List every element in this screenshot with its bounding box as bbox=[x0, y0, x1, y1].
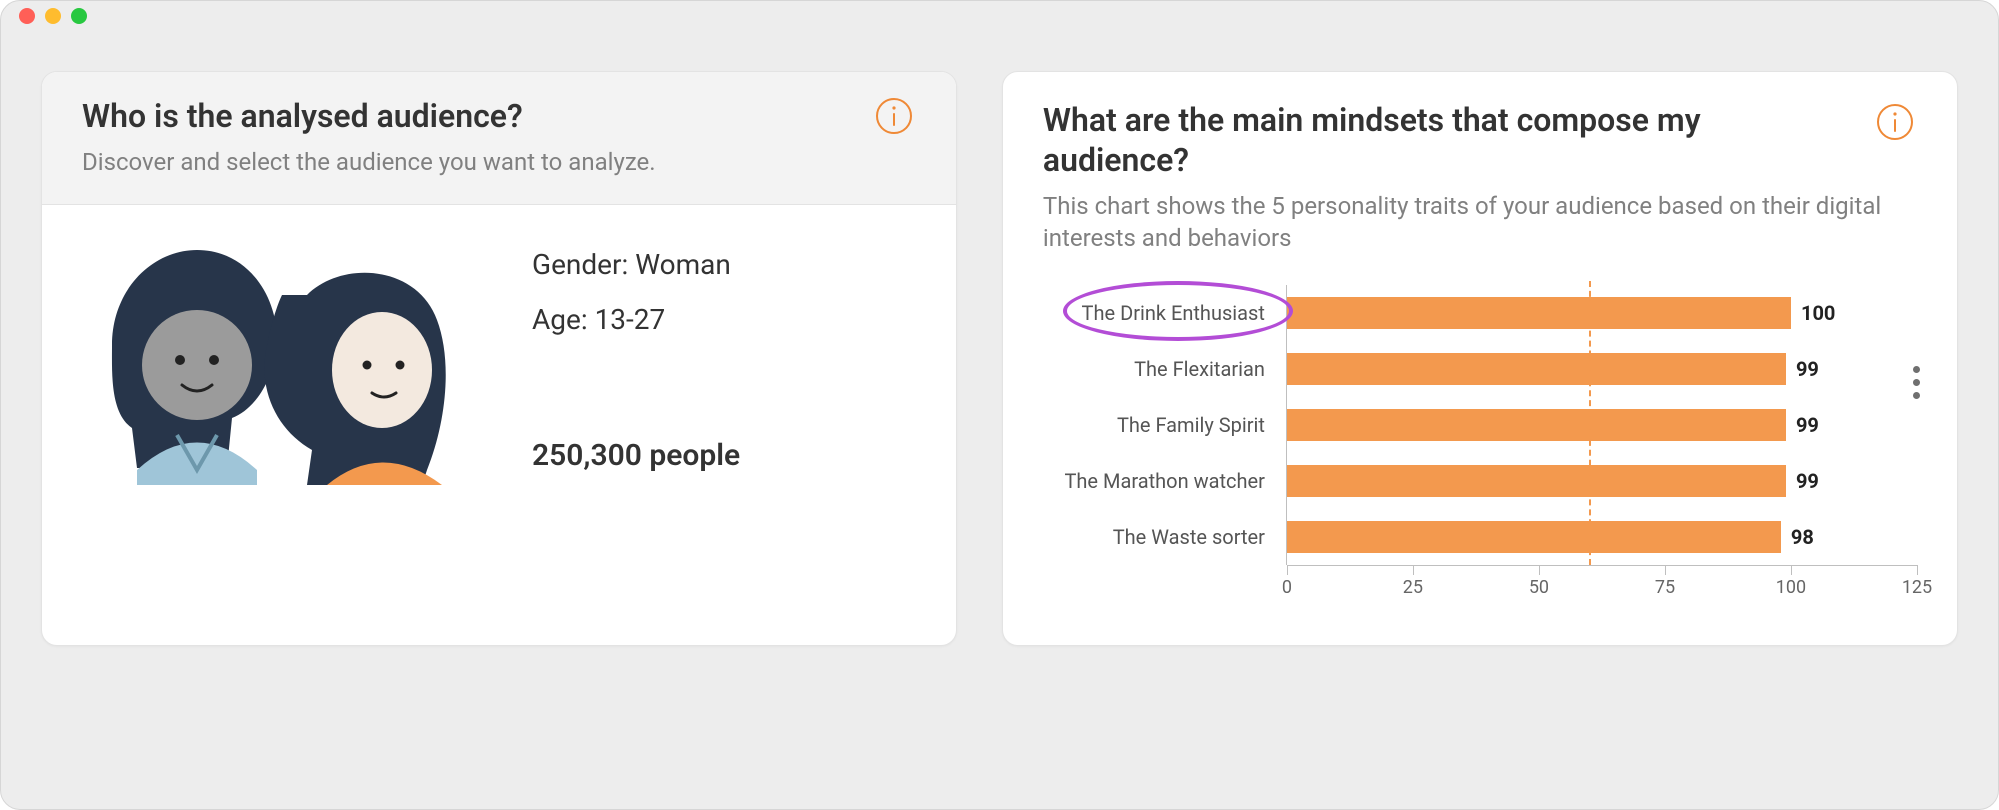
bar bbox=[1287, 297, 1791, 329]
mindsets-bar-chart: The Drink Enthusiast 100 The Flexitarian 99… bbox=[1043, 285, 1917, 605]
content: Who is the analysed audience? Discover a… bbox=[1, 31, 1998, 686]
x-tick-label: 125 bbox=[1902, 577, 1932, 598]
bar-value-label: 98 bbox=[1791, 525, 1814, 549]
bar bbox=[1287, 521, 1781, 553]
reference-line bbox=[1589, 281, 1591, 565]
bar-track: 100 bbox=[1287, 285, 1917, 341]
bar bbox=[1287, 465, 1786, 497]
bar-track: 99 bbox=[1287, 341, 1917, 397]
window-close-button[interactable] bbox=[19, 8, 35, 24]
chart-row: The Flexitarian 99 bbox=[1043, 341, 1917, 397]
x-tick-label: 0 bbox=[1282, 577, 1292, 598]
bar-value-label: 99 bbox=[1796, 357, 1819, 381]
info-icon[interactable] bbox=[1873, 100, 1917, 144]
bar-track: 99 bbox=[1287, 397, 1917, 453]
x-tick bbox=[1413, 565, 1414, 575]
y-axis-line bbox=[1286, 285, 1287, 565]
chart-category-label: The Flexitarian bbox=[1043, 357, 1273, 381]
x-tick bbox=[1539, 565, 1540, 575]
x-tick bbox=[1791, 565, 1792, 575]
x-tick bbox=[1665, 565, 1666, 575]
chart-row: The Waste sorter 98 bbox=[1043, 509, 1917, 565]
bar-value-label: 99 bbox=[1796, 469, 1819, 493]
chart-row: The Drink Enthusiast 100 bbox=[1043, 285, 1917, 341]
bar-track: 99 bbox=[1287, 453, 1917, 509]
titlebar bbox=[1, 1, 1998, 31]
x-tick-label: 100 bbox=[1776, 577, 1806, 598]
x-tick bbox=[1917, 565, 1918, 575]
audience-card-body: Gender: Woman Age: 13-27 250,300 people bbox=[42, 205, 956, 535]
chart-category-label: The Waste sorter bbox=[1043, 525, 1273, 549]
x-tick bbox=[1287, 565, 1288, 575]
audience-card-title: Who is the analysed audience? bbox=[82, 96, 856, 136]
chart-row: The Marathon watcher 99 bbox=[1043, 453, 1917, 509]
people-illustration bbox=[82, 235, 492, 485]
audience-card-subtitle: Discover and select the audience you wan… bbox=[82, 146, 916, 178]
audience-count: 250,300 people bbox=[532, 438, 740, 473]
mindsets-card-subtitle: This chart shows the 5 personality trait… bbox=[1043, 190, 1917, 255]
bar-track: 98 bbox=[1287, 509, 1917, 565]
chart-category-label: The Marathon watcher bbox=[1043, 469, 1273, 493]
audience-info: Gender: Woman Age: 13-27 250,300 people bbox=[532, 248, 740, 473]
mindsets-card-title: What are the main mindsets that compose … bbox=[1043, 100, 1847, 180]
audience-card-header: Who is the analysed audience? Discover a… bbox=[42, 72, 956, 205]
window-minimize-button[interactable] bbox=[45, 8, 61, 24]
chart-category-label: The Drink Enthusiast bbox=[1043, 301, 1273, 325]
bar-value-label: 99 bbox=[1796, 413, 1819, 437]
audience-card: Who is the analysed audience? Discover a… bbox=[41, 71, 957, 646]
audience-age: Age: 13-27 bbox=[532, 303, 740, 336]
info-icon[interactable] bbox=[872, 94, 916, 138]
x-tick-label: 75 bbox=[1655, 577, 1675, 598]
x-tick-label: 25 bbox=[1403, 577, 1423, 598]
chart-row: The Family Spirit 99 bbox=[1043, 397, 1917, 453]
bar bbox=[1287, 353, 1786, 385]
bar-value-label: 100 bbox=[1801, 301, 1835, 325]
app-window: Who is the analysed audience? Discover a… bbox=[0, 0, 1999, 810]
window-zoom-button[interactable] bbox=[71, 8, 87, 24]
x-axis: 0255075100125 bbox=[1287, 565, 1917, 605]
chart-category-label: The Family Spirit bbox=[1043, 413, 1273, 437]
audience-gender: Gender: Woman bbox=[532, 248, 740, 281]
mindsets-card: What are the main mindsets that compose … bbox=[1002, 71, 1958, 646]
x-tick-label: 50 bbox=[1529, 577, 1549, 598]
bar bbox=[1287, 409, 1786, 441]
